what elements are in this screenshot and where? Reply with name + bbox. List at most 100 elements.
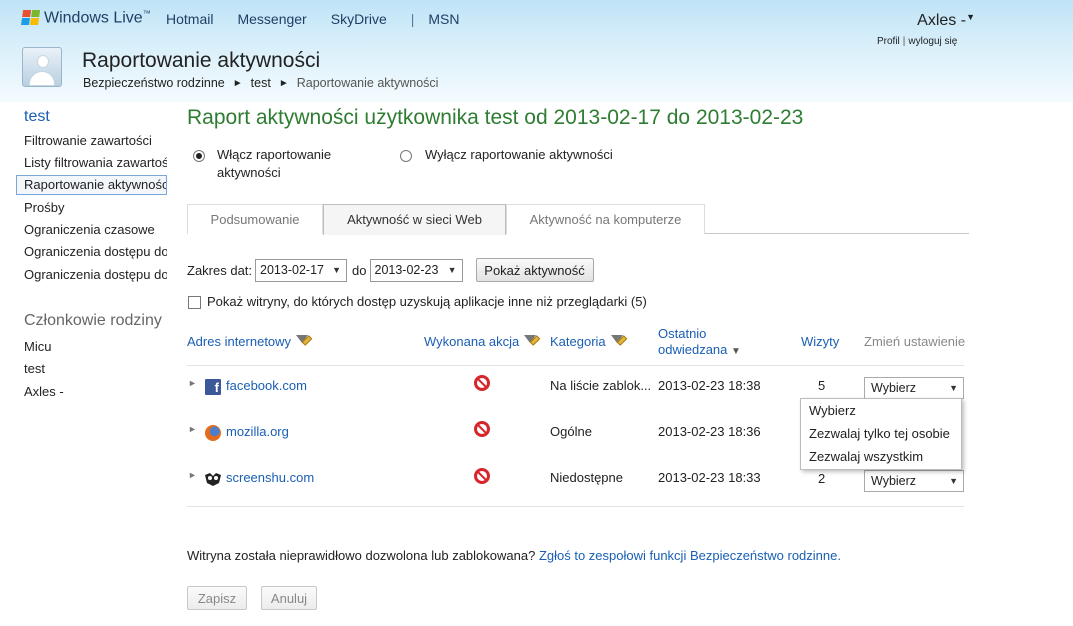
visits-cell: 2 [818, 471, 826, 486]
windows-flag-icon [21, 10, 41, 26]
report-issue-link[interactable]: Zgłoś to zespołowi funkcji Bezpieczeństw… [539, 548, 841, 563]
radio-disable-label[interactable]: Wyłącz raportowanie aktywności [425, 146, 613, 164]
menu-item-choose[interactable]: Wybierz [801, 399, 961, 422]
site-link-mozilla[interactable]: mozilla.org [226, 424, 289, 439]
nav-separator: | [410, 11, 415, 27]
filter-icon[interactable] [523, 334, 539, 348]
user-menu[interactable]: Axles -▼ [917, 12, 975, 30]
top-bar: Windows Live™ Hotmail Messenger SkyDrive… [0, 0, 1073, 36]
cancel-button[interactable]: Anuluj [261, 586, 317, 610]
member-micu[interactable]: Micu [16, 337, 167, 357]
col-address[interactable]: Adres internetowy [187, 334, 311, 350]
setting-select[interactable]: Wybierz ▼ [864, 470, 964, 492]
date-range-row: Zakres dat: 2013-02-17 ▼ do 2013-02-23 ▼ P… [187, 258, 594, 282]
tab-computer-activity[interactable]: Aktywność na komputerze [506, 204, 705, 234]
date-to-label: do [352, 262, 367, 278]
category-cell: Na liście zablok... [550, 378, 652, 393]
header-divider [187, 365, 964, 366]
expand-row-icon[interactable]: ► [188, 470, 197, 480]
expand-row-icon[interactable]: ► [188, 424, 197, 434]
caret-down-icon[interactable]: ▼ [966, 12, 975, 22]
page-title: Raportowanie aktywności [82, 49, 321, 72]
chevron-down-icon: ▼ [949, 383, 958, 393]
report-issue-text: Witryna została nieprawidłowo dozwolona … [187, 548, 841, 563]
header: Windows Live™ Hotmail Messenger SkyDrive… [0, 0, 1073, 102]
filter-icon[interactable] [610, 334, 626, 348]
nav-skydrive[interactable]: SkyDrive [331, 11, 387, 27]
breadcrumb-family-safety[interactable]: Bezpieczeństwo rodzinne [83, 76, 225, 91]
sidebar-item-time-limits[interactable]: Ograniczenia czasowe [16, 220, 167, 240]
date-from-select[interactable]: 2013-02-17 ▼ [255, 258, 348, 282]
sidebar-item-requests[interactable]: Prośby [16, 198, 167, 218]
brand-name: Windows Live™ [44, 9, 151, 27]
category-cell: Ogólne [550, 424, 592, 439]
facebook-icon: f [205, 379, 221, 395]
sort-desc-icon[interactable]: ▼ [731, 346, 741, 357]
col-change-setting: Zmień ustawienie [864, 334, 966, 349]
breadcrumb-arrow-icon: ► [232, 78, 243, 89]
radio-disable-reporting[interactable] [400, 150, 412, 162]
sidebar-item-activity-reporting[interactable]: Raportowanie aktywności [16, 175, 167, 195]
chevron-down-icon: ▼ [332, 264, 342, 275]
user-links: Profil | wyloguj się [877, 36, 957, 47]
setting-select[interactable]: Wybierz ▼ [864, 377, 964, 399]
table-bottom-divider [187, 506, 964, 507]
members-heading: Członkowie rodziny [24, 312, 162, 329]
sidebar-item-content-filtering[interactable]: Filtrowanie zawartości [16, 131, 167, 151]
breadcrumb: Bezpieczeństwo rodzinne ► test ► Raporto… [83, 76, 438, 91]
nav-msn[interactable]: MSN [428, 11, 459, 27]
top-nav: Hotmail Messenger SkyDrive | MSN [166, 11, 484, 27]
nav-hotmail[interactable]: Hotmail [166, 11, 213, 27]
blocked-icon [474, 468, 490, 484]
report-title: Raport aktywności użytkownika test od 20… [187, 106, 804, 129]
nav-messenger[interactable]: Messenger [237, 11, 306, 27]
blocked-icon [474, 421, 490, 437]
sidebar-item-app-restrictions[interactable]: Ograniczenia dostępu do aplikacji [16, 265, 167, 285]
menu-item-allow-this-person[interactable]: Zezwalaj tylko tej osobie [801, 422, 961, 445]
radio-enable-label[interactable]: Włącz raportowanie aktywności [217, 146, 331, 182]
expand-row-icon[interactable]: ► [188, 378, 197, 388]
col-category[interactable]: Kategoria [550, 334, 626, 350]
col-visits[interactable]: Wizyty [801, 334, 839, 350]
sidebar-item-filter-lists[interactable]: Listy filtrowania zawartości [16, 153, 167, 173]
non-browser-checkbox[interactable] [188, 296, 201, 309]
chevron-down-icon: ▼ [949, 476, 958, 486]
visits-cell: 5 [818, 378, 826, 393]
firefox-icon [205, 425, 221, 441]
site-link-facebook[interactable]: facebook.com [226, 378, 307, 393]
show-activity-button[interactable]: Pokaż aktywność [475, 258, 594, 282]
breadcrumb-arrow-icon: ► [278, 78, 289, 89]
col-last-visit[interactable]: Ostatnio odwiedzana ▼ [658, 326, 741, 360]
windows-live-logo[interactable]: Windows Live™ [21, 9, 151, 27]
last-visit-cell: 2013-02-23 18:33 [658, 470, 761, 485]
date-range-label: Zakres dat: [187, 262, 253, 278]
date-to-select[interactable]: 2013-02-23 ▼ [369, 258, 463, 282]
sidebar-item-game-restrictions[interactable]: Ograniczenia dostępu do gier [16, 242, 167, 262]
non-browser-checkbox-label[interactable]: Pokaż witryny, do których dostęp uzyskuj… [207, 294, 647, 309]
screenshu-icon [204, 471, 221, 487]
sidebar-account-heading[interactable]: test [24, 108, 50, 126]
breadcrumb-current: Raportowanie aktywności [296, 76, 439, 90]
breadcrumb-account[interactable]: test [251, 76, 271, 91]
category-cell: Niedostępne [550, 470, 623, 485]
save-button[interactable]: Zapisz [187, 586, 247, 610]
tab-summary[interactable]: Podsumowanie [187, 204, 323, 234]
user-avatar-icon [22, 47, 62, 87]
setting-dropdown-menu: Wybierz Zezwalaj tylko tej osobie Zezwal… [800, 398, 962, 470]
member-axles[interactable]: Axles - [16, 382, 167, 402]
menu-item-allow-everyone[interactable]: Zezwalaj wszystkim [801, 445, 961, 468]
chevron-down-icon: ▼ [447, 264, 457, 275]
user-name[interactable]: Axles - [917, 12, 966, 29]
last-visit-cell: 2013-02-23 18:38 [658, 378, 761, 393]
last-visit-cell: 2013-02-23 18:36 [658, 424, 761, 439]
member-test[interactable]: test [16, 359, 167, 379]
blocked-icon [474, 375, 490, 391]
filter-icon[interactable] [295, 334, 311, 348]
col-action[interactable]: Wykonana akcja [424, 334, 539, 350]
tab-bar: Podsumowanie Aktywność w sieci Web Aktyw… [187, 204, 969, 235]
profile-link[interactable]: Profil [877, 36, 900, 47]
radio-enable-reporting[interactable] [193, 150, 205, 162]
site-link-screenshu[interactable]: screenshu.com [226, 470, 314, 485]
logout-link[interactable]: wyloguj się [908, 36, 957, 47]
tab-web-activity[interactable]: Aktywność w sieci Web [323, 204, 506, 235]
